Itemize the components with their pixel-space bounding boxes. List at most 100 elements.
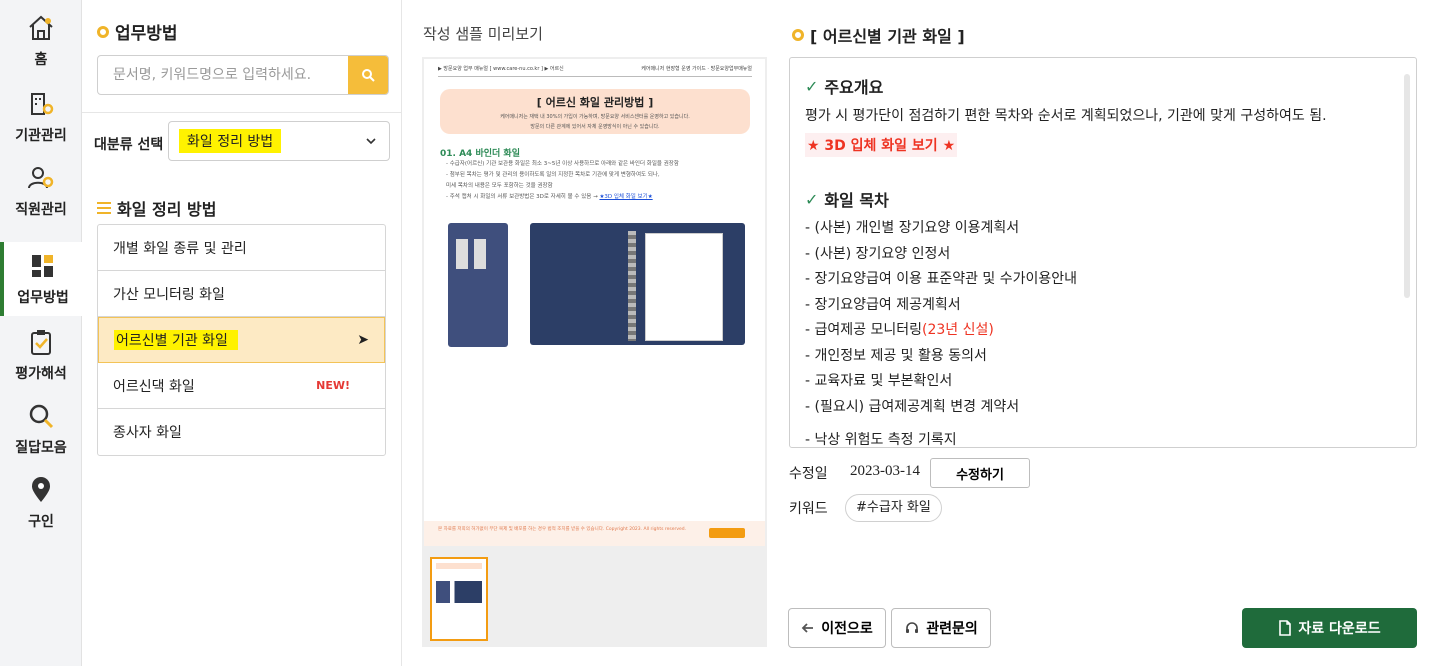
page-banner-title: [ 어르신 화일 관리방법 ] [536, 96, 654, 109]
category-select[interactable]: 화일 정리 방법 [168, 121, 390, 161]
overview-heading-text: 주요개요 [824, 78, 884, 97]
page-footer: 본 자료를 저희의 허가없이 무단 복제 및 배포를 하는 경우 법적 조치를 … [424, 521, 765, 546]
category-item[interactable]: 가산 모니터링 화일 [98, 271, 385, 317]
binder-open-image [530, 223, 745, 345]
divider [82, 112, 402, 113]
toc-section: ✓ 화일 목차 - (사본) 개인별 장기요양 이용계획서 - (사본) 장기요양… [805, 187, 1395, 448]
check-icon: ✓ [805, 76, 819, 96]
toc-item-text: - 급여제공 모니터링 [805, 322, 922, 338]
binder-sheet [645, 233, 723, 341]
toc-item-note: (23년 신설) [922, 322, 994, 338]
nav-label: 질답모음 [15, 440, 67, 456]
category-item-label: 종사자 화일 [113, 425, 182, 441]
page-banner-line: 방문의 다른 관계에 있어서 자체 운영방식이 아닌 수 있습니다. [530, 124, 660, 130]
detail-title: [ 어르신별 기관 화일 ] [792, 23, 965, 47]
overview-text: 평가 시 평가단이 점검하기 편한 목차와 순서로 계획되었으나, 기관에 맞게… [805, 108, 1327, 124]
toc-item: - 장기요양급여 제공계획서 [805, 296, 961, 313]
detail-title-text: [ 어르신별 기관 화일 ] [810, 27, 965, 46]
category-item-active[interactable]: 어르신별 기관 화일 ➤ [98, 317, 385, 363]
page-subtitle: 01. A4 바인더 화일 [440, 149, 520, 159]
headset-icon [906, 622, 919, 633]
new-badge: NEW! [316, 379, 350, 392]
bullet-dot-icon [97, 25, 109, 38]
nav-item-home[interactable]: 홈 [0, 4, 82, 78]
category-item[interactable]: 개별 화일 종류 및 관리 [98, 225, 385, 271]
download-button-label: 자료 다운로드 [1298, 621, 1381, 637]
nav-item-evaluation[interactable]: 평가해석 [0, 318, 82, 392]
binder-label [456, 239, 468, 269]
left-nav: 홈 기관관리 직원관리 업무방법 평가해석 질답모음 구인 [0, 0, 82, 666]
nav-item-jobs[interactable]: 구인 [0, 466, 82, 540]
nav-label: 평가해석 [15, 366, 67, 382]
category-item[interactable]: 종사자 화일 [98, 409, 385, 455]
preview-title: 작성 샘플 미리보기 [423, 25, 543, 43]
page-banner: [ 어르신 화일 관리방법 ] 케어매니저는 재택 내 30%의 가입이 가능하… [440, 89, 750, 134]
scrollbar[interactable] [1404, 74, 1410, 298]
nav-item-institution[interactable]: 기관관리 [0, 80, 82, 154]
toc-item: - (사본) 개인별 장기요양 이용계획서 [805, 220, 1020, 236]
preview-page: ▶ 방문요양 업무 매뉴얼 [ www.care-nu.co.kr ] ▶ 어르… [424, 59, 765, 546]
modified-date: 2023-03-14 [850, 463, 920, 479]
binder-ring [628, 231, 636, 341]
category-item-label: 개별 화일 종류 및 관리 [113, 240, 247, 257]
category-title-text: 업무방법 [115, 24, 178, 44]
category-select-label: 대분류 선택 [94, 137, 164, 153]
nav-item-staff[interactable]: 직원관리 [0, 154, 82, 228]
nav-item-qna[interactable]: 질답모음 [0, 392, 82, 466]
category-select-value: 화일 정리 방법 [179, 129, 282, 153]
binder-image [448, 223, 508, 347]
download-button[interactable]: 자료 다운로드 [1242, 608, 1417, 648]
building-gear-icon [26, 89, 56, 119]
list-title-text: 화일 정리 방법 [117, 200, 217, 219]
page-thumbnail[interactable] [430, 557, 488, 641]
magnifier-icon [26, 401, 56, 431]
map-pin-icon [26, 475, 56, 505]
dashboard-grid-icon [28, 251, 58, 281]
prev-button[interactable]: 이전으로 [788, 608, 886, 648]
nav-label: 홈 [34, 52, 48, 68]
page-line: - 주석 캡처 시 화일의 서류 보관방법은 3D로 자세히 볼 수 있음 → [446, 194, 598, 200]
search-input[interactable] [98, 56, 348, 94]
inquiry-button[interactable]: 관련문의 [891, 608, 991, 648]
page-line: 미세 목차의 내용은 모두 포함하는 것을 권장함 [446, 183, 553, 189]
search-icon [362, 69, 375, 82]
category-panel: 업무방법 대분류 선택 화일 정리 방법 화일 정리 방법 개별 화일 종류 및… [82, 0, 402, 666]
nav-label: 구인 [28, 514, 54, 530]
toc-item: - 낙상 위험도 측정 기록지 [805, 432, 957, 448]
arrow-left-icon [801, 623, 814, 633]
category-item[interactable]: 어르신댁 화일 NEW! [98, 363, 385, 409]
nav-label: 직원관리 [15, 202, 67, 218]
nav-item-work-method[interactable]: 업무방법 [0, 242, 82, 316]
check-icon: ✓ [805, 189, 819, 209]
document-icon [1279, 620, 1292, 636]
page-footer-text: 본 자료를 저희의 허가없이 무단 복제 및 배포를 하는 경우 법적 조치를 … [438, 527, 687, 532]
toc-item: - (필요시) 급여제공계획 변경 계약서 [805, 398, 1020, 415]
arrow-right-icon: ➤ [357, 332, 369, 348]
toc-item: - 교육자료 및 부본확인서 [805, 373, 953, 389]
preview-pane: ▶ 방문요양 업무 매뉴얼 [ www.care-nu.co.kr ] ▶ 어르… [422, 57, 767, 647]
toc-list: - (사본) 개인별 장기요양 이용계획서 - (사본) 장기요양 인정서 - … [805, 216, 1395, 448]
keyword-label: 키워드 [789, 501, 828, 517]
modified-label: 수정일 [789, 466, 828, 482]
prev-button-label: 이전으로 [821, 621, 873, 637]
detail-box: ✓ 주요개요 평가 시 평가단이 점검하기 편한 목차와 순서로 계획되었으나, … [789, 57, 1417, 448]
page-3d-link[interactable]: ★3D 입체 화일 보기★ [599, 194, 652, 200]
page-line: - 첨부된 목차는 평가 및 관리의 용이하도록 일의 지정한 목차로 기관에 … [446, 172, 660, 178]
page-header-right: 케어매니저 현장형 운영 가이드 · 방문요양업무매뉴얼 [641, 66, 752, 72]
3d-view-link[interactable]: ★ 3D 입체 화일 보기 ★ [805, 133, 958, 157]
bullet-dot-icon [792, 29, 804, 41]
user-gear-icon [26, 163, 56, 193]
page-lines: - 수급자(어르신) 기관 보관용 화일은 최소 3~5년 이상 사용하므로 아… [446, 159, 679, 203]
nav-label: 기관관리 [15, 128, 67, 144]
category-list: 개별 화일 종류 및 관리 가산 모니터링 화일 어르신별 기관 화일 ➤ 어르… [97, 224, 386, 456]
detail-content: ✓ 주요개요 평가 시 평가단이 점검하기 편한 목차와 순서로 계획되었으나, … [805, 74, 1395, 448]
search-button[interactable] [348, 56, 388, 94]
category-item-label: 어르신별 기관 화일 [114, 330, 238, 350]
thumbnail-banner [436, 563, 482, 569]
thumbnail-image [436, 581, 482, 603]
edit-button[interactable]: 수정하기 [930, 458, 1030, 488]
keyword-tag[interactable]: #수급자 화일 [845, 494, 942, 522]
page-banner-line: 케어매니저는 재택 내 30%의 가입이 가능하며, 방문요양 서비스센터를 운… [500, 114, 690, 120]
list-menu-icon [97, 202, 111, 214]
category-title: 업무방법 [97, 19, 178, 44]
